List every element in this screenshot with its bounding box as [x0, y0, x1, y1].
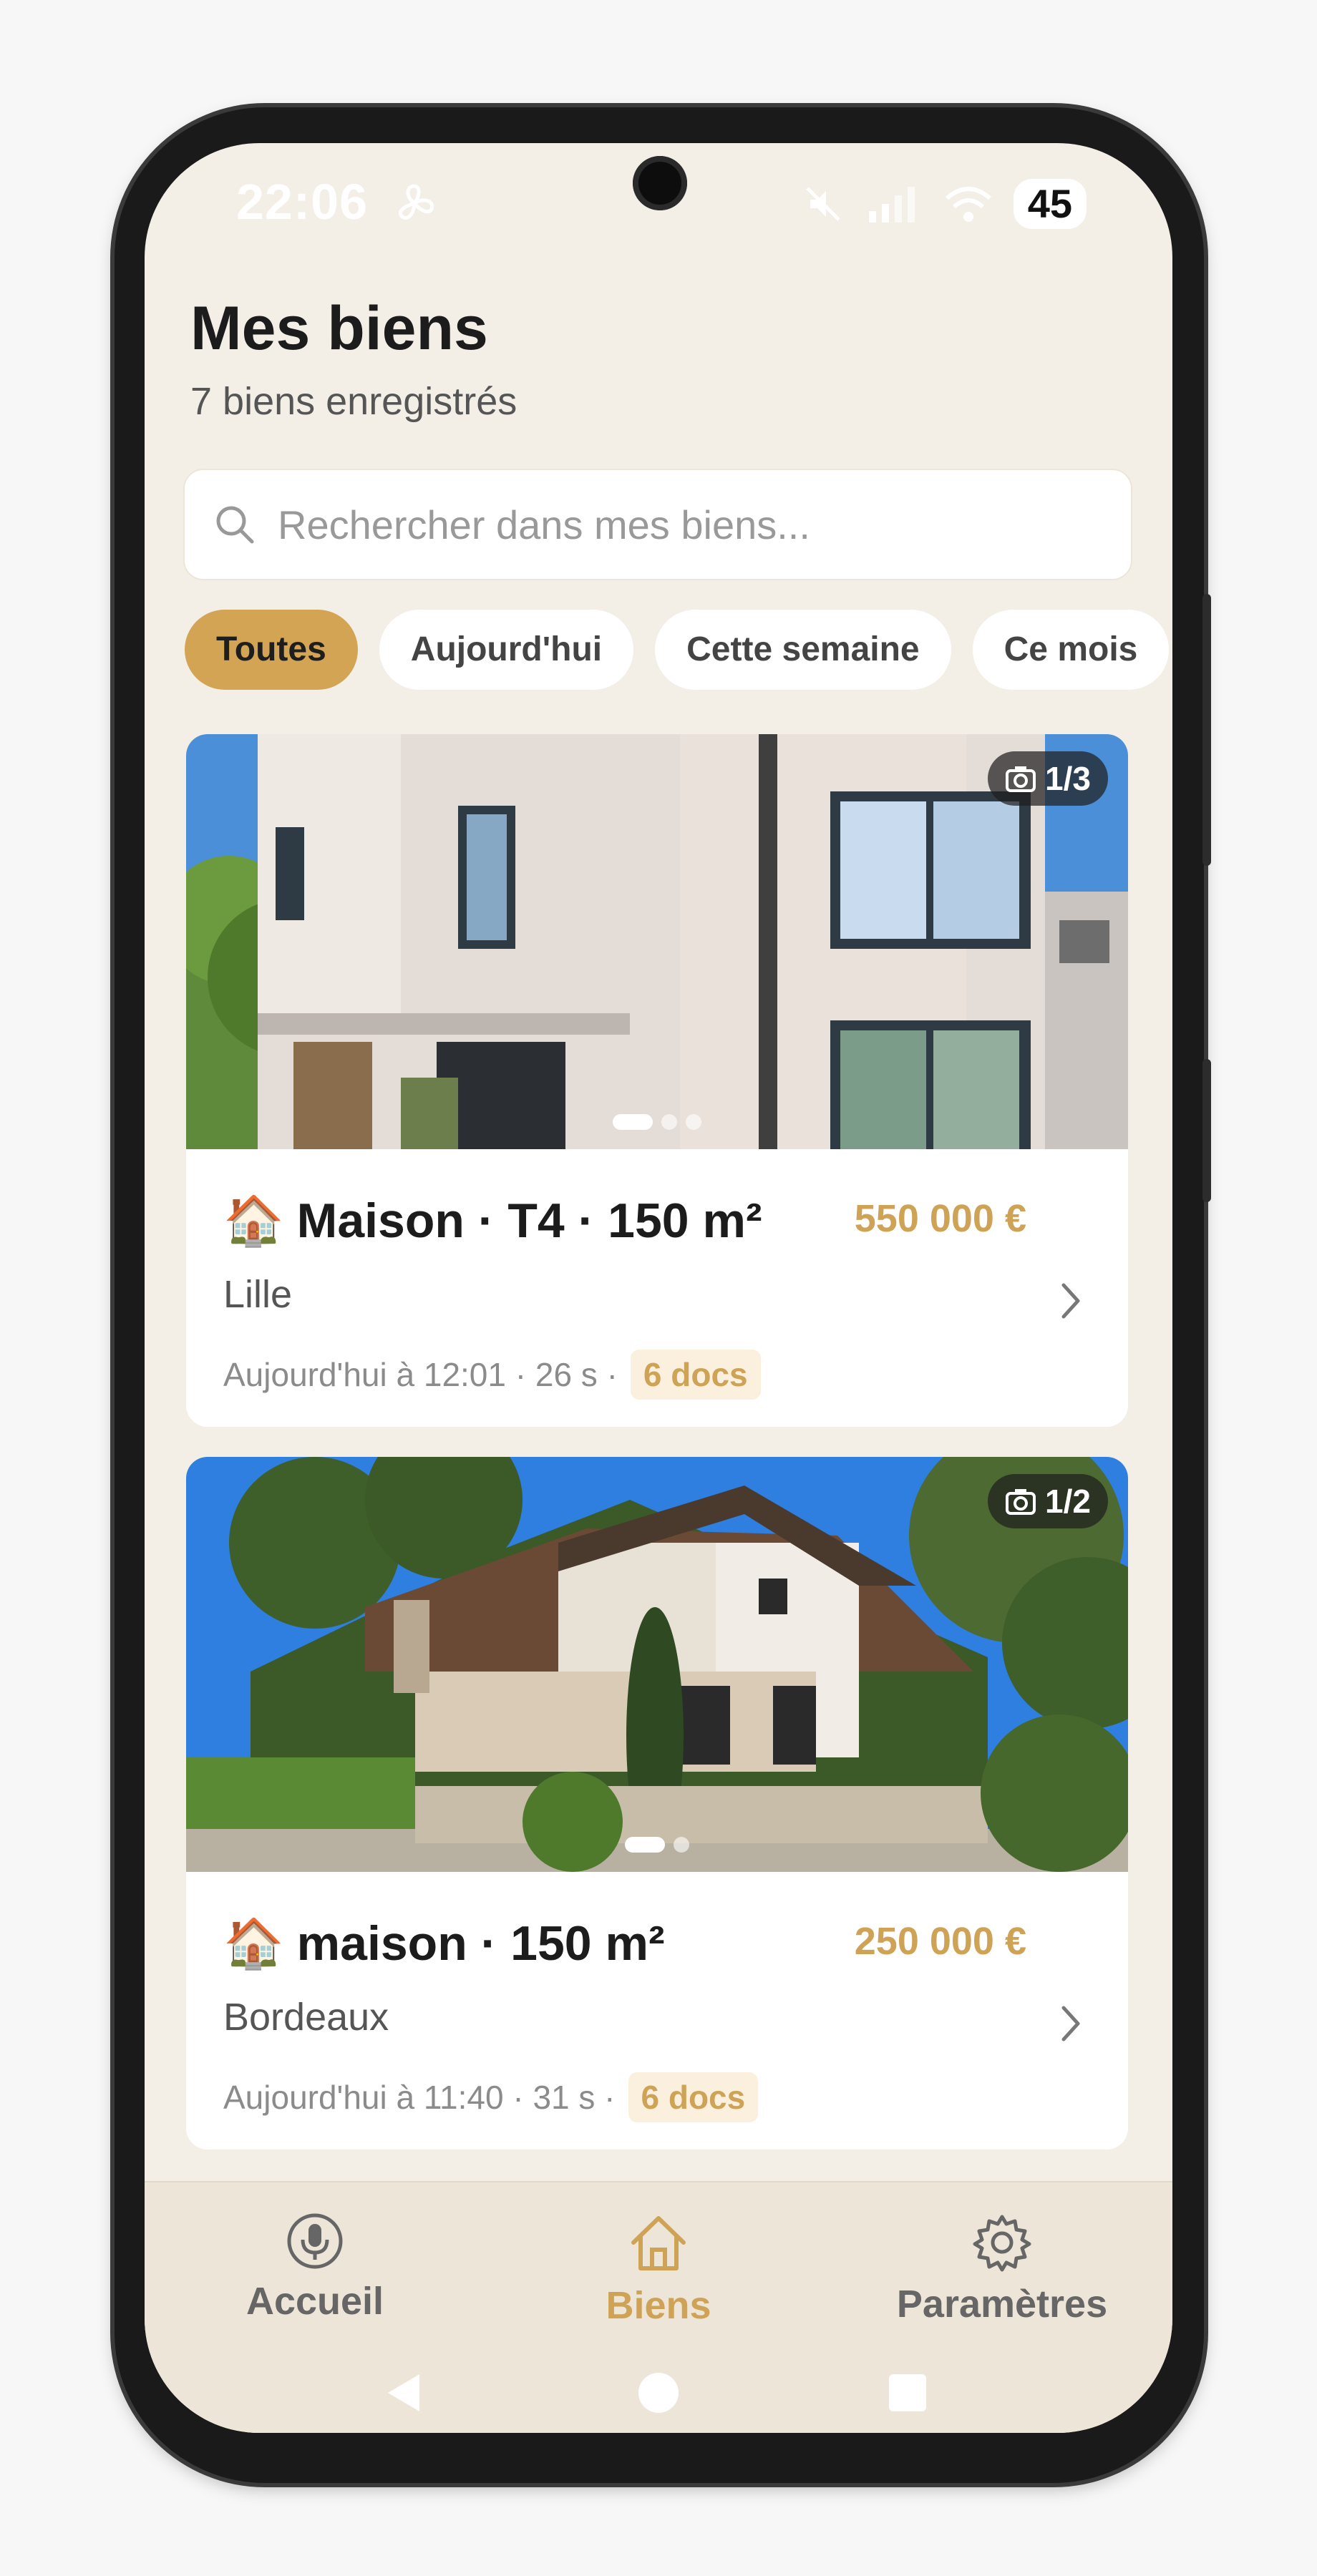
photo-pagination — [186, 1837, 1128, 1856]
signal-icon — [868, 186, 915, 223]
property-title-text: maison · 150 m² — [296, 1916, 665, 1971]
property-meta: Aujourd'hui à 11:40 · 31 s · 6 docs — [223, 2072, 759, 2122]
chevron-right-icon[interactable] — [1058, 2002, 1084, 2045]
gear-icon — [973, 2215, 1031, 2272]
property-city: Lille — [223, 1273, 293, 1316]
photo-counter-text: 1/2 — [1045, 1483, 1091, 1520]
property-photo[interactable]: 1/2 — [186, 1457, 1128, 1872]
photo-counter: 1/2 — [988, 1474, 1108, 1528]
property-price: 550 000 € — [854, 1197, 1026, 1240]
house-emoji-icon: 🏠 — [223, 1916, 284, 1971]
battery-indicator: 45 — [1013, 179, 1087, 229]
status-time: 22:06 — [236, 174, 369, 230]
pagination-dot — [613, 1114, 653, 1130]
status-icons: 45 — [802, 179, 1087, 229]
filter-chips: Toutes Aujourd'hui Cette semaine Ce mois — [185, 610, 1172, 693]
system-navigation — [145, 2371, 1172, 2414]
back-icon[interactable] — [382, 2371, 425, 2414]
chevron-right-icon[interactable] — [1058, 1279, 1084, 1322]
camera-icon — [1006, 766, 1036, 792]
filter-chip-toutes[interactable]: Toutes — [185, 610, 358, 690]
photo-pagination — [186, 1114, 1128, 1133]
filter-chip-aujourdhui[interactable]: Aujourd'hui — [379, 610, 634, 690]
mute-icon — [805, 187, 840, 221]
wifi-icon — [945, 186, 991, 222]
nav-item-biens[interactable]: Biens — [530, 2211, 787, 2328]
screen: 22:06 45 Mes biens 7 biens enregistrés R… — [145, 143, 1172, 2433]
nav-item-parametres[interactable]: Paramètres — [873, 2211, 1131, 2326]
photo-counter: 1/3 — [988, 751, 1108, 806]
home-circle-icon[interactable] — [637, 2371, 680, 2414]
nav-label: Paramètres — [896, 2283, 1108, 2326]
nav-label: Biens — [606, 2284, 711, 2327]
pagination-dot — [686, 1114, 701, 1130]
bottom-nav: Accueil Biens Paramètres — [145, 2181, 1172, 2433]
recents-icon[interactable] — [888, 2373, 928, 2413]
property-meta: Aujourd'hui à 12:01 · 26 s · 6 docs — [223, 1350, 761, 1400]
docs-badge: 6 docs — [628, 2072, 759, 2122]
pagination-dot — [625, 1837, 665, 1853]
volume-button — [1202, 594, 1211, 866]
modern-house-photo — [186, 734, 1128, 1149]
property-title: 🏠 Maison · T4 · 150 m² — [223, 1192, 762, 1249]
property-city: Bordeaux — [223, 1996, 389, 2039]
property-title: 🏠 maison · 150 m² — [223, 1915, 665, 1972]
filter-chip-cette-semaine[interactable]: Cette semaine — [655, 610, 951, 690]
property-card[interactable]: 1/2 🏠 maison · 150 m² 250 000 € Bordeaux… — [186, 1457, 1128, 2150]
property-photo[interactable]: 1/3 — [186, 734, 1128, 1149]
property-title-text: Maison · T4 · 150 m² — [296, 1194, 762, 1248]
photo-counter-text: 1/3 — [1045, 760, 1091, 797]
property-card[interactable]: 1/3 🏠 Maison · T4 · 150 m² 550 000 € Lil… — [186, 734, 1128, 1427]
page-title: Mes biens — [190, 294, 488, 363]
front-camera — [633, 156, 687, 210]
search-icon — [216, 506, 254, 544]
page-subtitle: 7 biens enregistrés — [190, 380, 517, 423]
docs-badge: 6 docs — [630, 1350, 761, 1400]
search-input[interactable] — [276, 500, 1066, 549]
nav-item-accueil[interactable]: Accueil — [186, 2211, 444, 2323]
home-icon — [631, 2216, 686, 2270]
status-bar: 22:06 45 — [145, 143, 1172, 265]
filter-chip-ce-mois[interactable]: Ce mois — [972, 610, 1170, 690]
microphone-icon — [287, 2213, 343, 2269]
pagination-dot — [674, 1837, 689, 1853]
search-bar[interactable] — [183, 469, 1132, 580]
house-in-pines-photo — [186, 1457, 1128, 1872]
property-meta-text: Aujourd'hui à 12:01 · 26 s · — [223, 1356, 618, 1393]
property-price: 250 000 € — [854, 1920, 1026, 1963]
fan-icon — [399, 184, 434, 220]
pagination-dot — [661, 1114, 677, 1130]
property-meta-text: Aujourd'hui à 11:40 · 31 s · — [223, 2079, 616, 2116]
camera-icon — [1006, 1489, 1036, 1515]
nav-label: Accueil — [246, 2280, 384, 2323]
power-button — [1202, 1059, 1211, 1202]
house-emoji-icon: 🏠 — [223, 1194, 284, 1248]
